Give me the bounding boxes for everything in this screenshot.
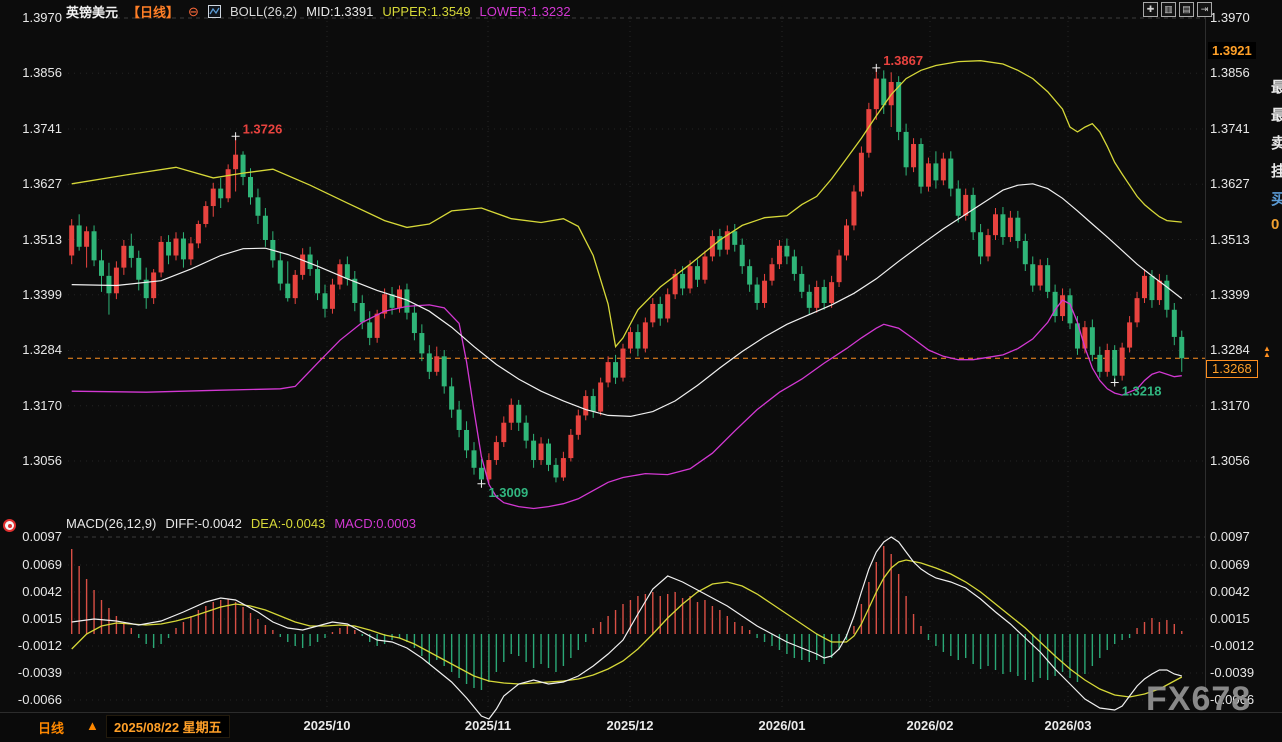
- candles-layer: [68, 67, 1205, 484]
- axis-tick-label: 1.3056: [22, 453, 62, 468]
- pan-crosshair-icon[interactable]: ✚: [1143, 2, 1158, 17]
- axis-tick-label: 1.3970: [22, 10, 62, 25]
- axis-tick-label: 1.3056: [1210, 453, 1250, 468]
- clipped-quote-label: 最: [1271, 107, 1282, 124]
- axis-tick-label: 1.3399: [22, 286, 62, 302]
- bollinger-bands-layer: [71, 60, 1183, 510]
- axis-tick-label: 1.3399: [1210, 286, 1250, 302]
- macd-settings-icon[interactable]: [3, 519, 16, 532]
- scale-axis-icon[interactable]: ▤: [1179, 2, 1194, 17]
- svg-text:1.3867: 1.3867: [883, 53, 923, 68]
- svg-text:1.3218: 1.3218: [1122, 383, 1162, 398]
- axis-tick-label: 1.3627: [22, 176, 62, 192]
- axis-tick-label: 0.0069: [22, 557, 62, 572]
- price-macd-plot[interactable]: 1.3726 1.3867 1.3009 1.3218: [0, 0, 1282, 741]
- month-tick-label: 2026/01: [758, 718, 806, 733]
- macd-header: MACD(26,12,9) DIFF:-0.0042 DEA:-0.0043 M…: [66, 516, 416, 531]
- timeframe-arrow-icon: ▲: [86, 718, 99, 733]
- axis-tick-label: 0.0097: [1210, 529, 1250, 544]
- boll-indicator-label: BOLL(26,2): [229, 4, 298, 19]
- selected-date-box: 2025/08/22 星期五: [106, 715, 230, 738]
- axis-tick-label: -0.0012: [17, 638, 62, 653]
- axis-tick-label: 1.3970: [1210, 10, 1250, 25]
- fit-x-axis-icon[interactable]: ▥: [1161, 2, 1176, 17]
- month-tick-label: 2025/12: [606, 718, 654, 733]
- boll-upper-value: UPPER:1.3549: [382, 4, 471, 19]
- axis-tick-label: 1.3513: [1210, 231, 1250, 247]
- clipped-quote-label: 最: [1271, 79, 1282, 96]
- axis-tick-label: 0.0015: [1210, 611, 1250, 626]
- macd-hist-value: MACD:0.0003: [334, 516, 416, 531]
- axis-tick-label: 1.3284: [22, 342, 62, 358]
- svg-text:1.3726: 1.3726: [243, 121, 283, 136]
- axis-tick-label: 1.3856: [22, 65, 62, 81]
- chart-toolbar: ✚ ▥ ▤ ⇥: [1143, 2, 1212, 17]
- trading-app: { "header": { "symbol": "英镑美元", "period"…: [0, 0, 1282, 742]
- chart-header: 英镑美元 【日线】 ⊖ BOLL(26,2) MID:1.3391 UPPER:…: [66, 2, 571, 21]
- price-up-arrows-icon: ▲ ▲: [1263, 344, 1271, 359]
- clipped-quote-label: 卖: [1271, 135, 1282, 152]
- axis-tick-label: 0.0042: [1210, 584, 1250, 599]
- month-tick-label: 2025/10: [303, 718, 351, 733]
- symbol-name: 英镑美元: [66, 5, 119, 20]
- boll-lower-value: LOWER:1.3232: [479, 4, 571, 19]
- month-tick-label: 2025/11: [464, 718, 512, 733]
- go-latest-icon[interactable]: ⇥: [1197, 2, 1212, 17]
- month-tick-label: 2026/03: [1044, 718, 1092, 733]
- high-price-badge: 1.3921: [1208, 42, 1256, 59]
- clipped-quote-label: 挂: [1271, 163, 1282, 180]
- axis-tick-label: 0.0042: [22, 584, 62, 599]
- axis-tick-label: 1.3513: [22, 231, 62, 247]
- axis-tick-label: 1.3741: [22, 120, 62, 136]
- macd-indicator-label: MACD(26,12,9): [66, 516, 157, 531]
- current-price-badge: 1.3268: [1206, 360, 1258, 378]
- mini-chart-icon: [207, 5, 221, 18]
- period-label[interactable]: 【日线】: [127, 2, 179, 21]
- timeframe-selector[interactable]: 日线 ▲: [38, 718, 99, 737]
- axis-tick-label: 1.3741: [1210, 120, 1250, 136]
- macd-layer: [70, 536, 1183, 720]
- clipped-quote-label: 0: [1271, 216, 1280, 233]
- axis-tick-label: 0.0097: [22, 529, 62, 544]
- month-tick-label: 2026/02: [906, 718, 954, 733]
- timeframe-label: 日线: [38, 721, 65, 736]
- gridlines: [68, 14, 1206, 710]
- collapse-indicator-icon[interactable]: ⊖: [188, 4, 199, 20]
- macd-dea-value: DEA:-0.0043: [250, 516, 326, 531]
- axis-tick-label: 1.3856: [1210, 65, 1250, 81]
- axis-tick-label: 1.3284: [1210, 342, 1250, 358]
- axis-tick-label: 0.0015: [22, 611, 62, 626]
- watermark: FX678: [1146, 680, 1252, 718]
- clipped-side-panel: 最最卖挂买0: [1271, 76, 1282, 244]
- boll-mid-value: MID:1.3391: [306, 4, 374, 19]
- clipped-quote-label: 买: [1271, 191, 1282, 208]
- macd-diff-value: DIFF:-0.0042: [165, 516, 242, 531]
- axis-tick-label: 1.3170: [22, 397, 62, 413]
- axis-tick-label: 0.0069: [1210, 557, 1250, 572]
- svg-text:1.3009: 1.3009: [488, 485, 528, 500]
- axis-tick-label: 1.3627: [1210, 176, 1250, 192]
- axis-tick-label: -0.0012: [1210, 638, 1255, 653]
- axis-tick-label: 1.3170: [1210, 397, 1250, 413]
- axis-tick-label: -0.0066: [17, 692, 62, 707]
- axis-tick-label: -0.0039: [17, 665, 62, 680]
- axis-tick-label: -0.0039: [1210, 665, 1255, 680]
